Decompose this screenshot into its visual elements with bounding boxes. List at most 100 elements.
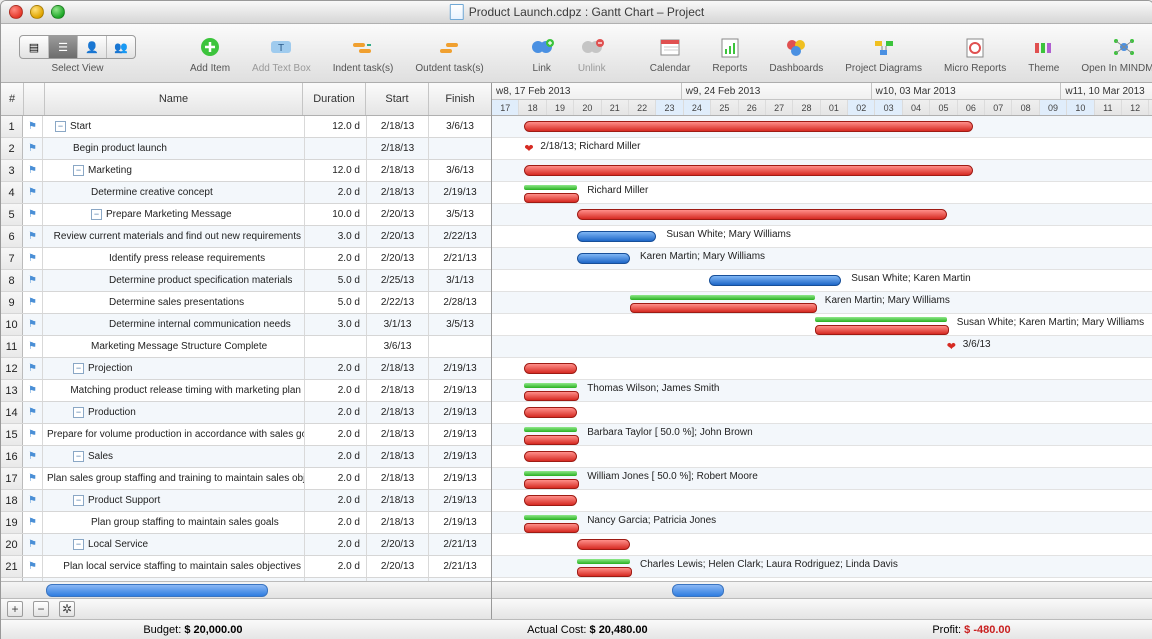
duration-cell[interactable]: 2.0 d [305,446,367,467]
theme-button[interactable]: Theme [1018,32,1069,74]
day-header[interactable]: 11 [1095,100,1122,115]
duration-cell[interactable]: 2.0 d [305,380,367,401]
duration-cell[interactable]: 5.0 d [305,270,367,291]
expand-toggle-icon[interactable]: − [91,209,102,220]
week-header[interactable]: w10, 03 Mar 2013 [872,83,1062,99]
start-cell[interactable]: 2/18/13 [367,138,429,159]
day-header[interactable]: 23 [656,100,683,115]
expand-toggle-icon[interactable]: − [73,495,84,506]
col-flag[interactable] [24,83,45,115]
table-row[interactable]: 13⚑Matching product release timing with … [1,380,491,402]
table-row[interactable]: 1⚑−Start12.0 d2/18/133/6/13 [1,116,491,138]
finish-cell[interactable]: 2/21/13 [429,248,491,269]
indent-button[interactable]: Indent task(s) [323,32,404,74]
table-row[interactable]: 8⚑Determine product specification materi… [1,270,491,292]
table-row[interactable]: 11⚑Marketing Message Structure Complete3… [1,336,491,358]
col-name[interactable]: Name [45,83,303,115]
team-view-icon[interactable]: 👥 [106,36,135,58]
view-segmented-control[interactable]: ▤ ☰ 👤 👥 [19,35,136,59]
add-item-button[interactable]: Add Item [180,32,240,74]
task-name-cell[interactable]: Review current materials and find out ne… [43,226,305,247]
table-row[interactable]: 9⚑Determine sales presentations5.0 d2/22… [1,292,491,314]
milestone-icon[interactable]: ❤ [947,340,956,353]
table-row[interactable]: 4⚑Determine creative concept2.0 d2/18/13… [1,182,491,204]
finish-cell[interactable] [429,336,491,357]
finish-cell[interactable]: 2/21/13 [429,556,491,577]
finish-cell[interactable]: 2/28/13 [429,292,491,313]
duration-cell[interactable] [305,138,367,159]
table-row[interactable]: 18⚑−Product Support2.0 d2/18/132/19/13 [1,490,491,512]
table-row[interactable]: 21⚑Plan local service staffing to mainta… [1,556,491,578]
task-name-cell[interactable]: Marketing Message Structure Complete [43,336,305,357]
day-header[interactable]: 01 [821,100,848,115]
task-name-cell[interactable]: −Sales [43,446,305,467]
duration-cell[interactable] [305,336,367,357]
duration-cell[interactable]: 5.0 d [305,292,367,313]
col-finish[interactable]: Finish [429,83,491,115]
person-view-icon[interactable]: 👤 [77,36,106,58]
task-bar[interactable] [524,479,579,489]
duration-cell[interactable]: 2.0 d [305,402,367,423]
expand-toggle-icon[interactable]: − [73,407,84,418]
duration-cell[interactable]: 3.0 d [305,314,367,335]
duration-cell[interactable]: 2.0 d [305,182,367,203]
start-cell[interactable]: 2/18/13 [367,512,429,533]
week-header[interactable]: w9, 24 Feb 2013 [682,83,872,99]
day-header[interactable]: 22 [629,100,656,115]
task-name-cell[interactable]: Determine creative concept [43,182,305,203]
day-header[interactable]: 24 [684,100,711,115]
finish-cell[interactable]: 3/1/13 [429,270,491,291]
task-name-cell[interactable]: −Marketing [43,160,305,181]
duration-cell[interactable]: 2.0 d [305,490,367,511]
finish-cell[interactable]: 2/19/13 [429,512,491,533]
day-header[interactable]: 28 [793,100,820,115]
table-row[interactable]: 5⚑−Prepare Marketing Message10.0 d2/20/1… [1,204,491,226]
start-cell[interactable]: 2/18/13 [367,446,429,467]
task-name-cell[interactable]: −Product Support [43,490,305,511]
micro-reports-button[interactable]: Micro Reports [934,32,1016,74]
task-bar[interactable] [524,193,579,203]
task-bar[interactable] [524,391,579,401]
start-cell[interactable]: 2/22/13 [367,292,429,313]
day-header[interactable]: 09 [1040,100,1067,115]
remove-row-button[interactable]: − [33,601,49,617]
reports-button[interactable]: Reports [702,32,757,74]
add-textbox-button[interactable]: TAdd Text Box [242,32,321,74]
day-header[interactable]: 26 [739,100,766,115]
duration-cell[interactable]: 12.0 d [305,116,367,137]
duration-cell[interactable]: 2.0 d [305,468,367,489]
task-name-cell[interactable]: Determine product specification material… [43,270,305,291]
table-row[interactable]: 12⚑−Projection2.0 d2/18/132/19/13 [1,358,491,380]
finish-cell[interactable]: 2/19/13 [429,182,491,203]
day-header[interactable]: 08 [1012,100,1039,115]
task-bar[interactable] [815,325,949,335]
task-bar[interactable] [524,435,579,445]
table-row[interactable]: 20⚑−Local Service2.0 d2/20/132/21/13 [1,534,491,556]
unlink-button[interactable]: Unlink [568,32,616,74]
table-row[interactable]: 17⚑Plan sales group staffing and trainin… [1,468,491,490]
finish-cell[interactable] [429,138,491,159]
week-header[interactable]: w11, 10 Mar 2013 [1061,83,1152,99]
table-row[interactable]: 19⚑Plan group staffing to maintain sales… [1,512,491,534]
finish-cell[interactable]: 2/21/13 [429,534,491,555]
table-row[interactable]: 7⚑Identify press release requirements2.0… [1,248,491,270]
summary-bar[interactable] [524,407,577,418]
task-name-cell[interactable]: −Projection [43,358,305,379]
start-cell[interactable]: 2/20/13 [367,204,429,225]
task-name-cell[interactable]: Matching product release timing with mar… [43,380,305,401]
task-name-cell[interactable]: Plan sales group staffing and training t… [43,468,305,489]
task-bar[interactable] [630,303,817,313]
duration-cell[interactable]: 12.0 d [305,160,367,181]
expand-toggle-icon[interactable]: − [55,121,66,132]
summary-bar[interactable] [577,539,630,550]
finish-cell[interactable]: 3/6/13 [429,116,491,137]
table-row[interactable]: 16⚑−Sales2.0 d2/18/132/19/13 [1,446,491,468]
start-cell[interactable]: 2/20/13 [367,534,429,555]
col-duration[interactable]: Duration [303,83,366,115]
horizontal-scrollbar-right[interactable] [492,581,1152,598]
task-name-cell[interactable]: Plan local service staffing to maintain … [43,556,305,577]
finish-cell[interactable]: 2/19/13 [429,446,491,467]
task-name-cell[interactable]: −Local Service [43,534,305,555]
day-header[interactable]: 27 [766,100,793,115]
day-header[interactable]: 10 [1067,100,1094,115]
